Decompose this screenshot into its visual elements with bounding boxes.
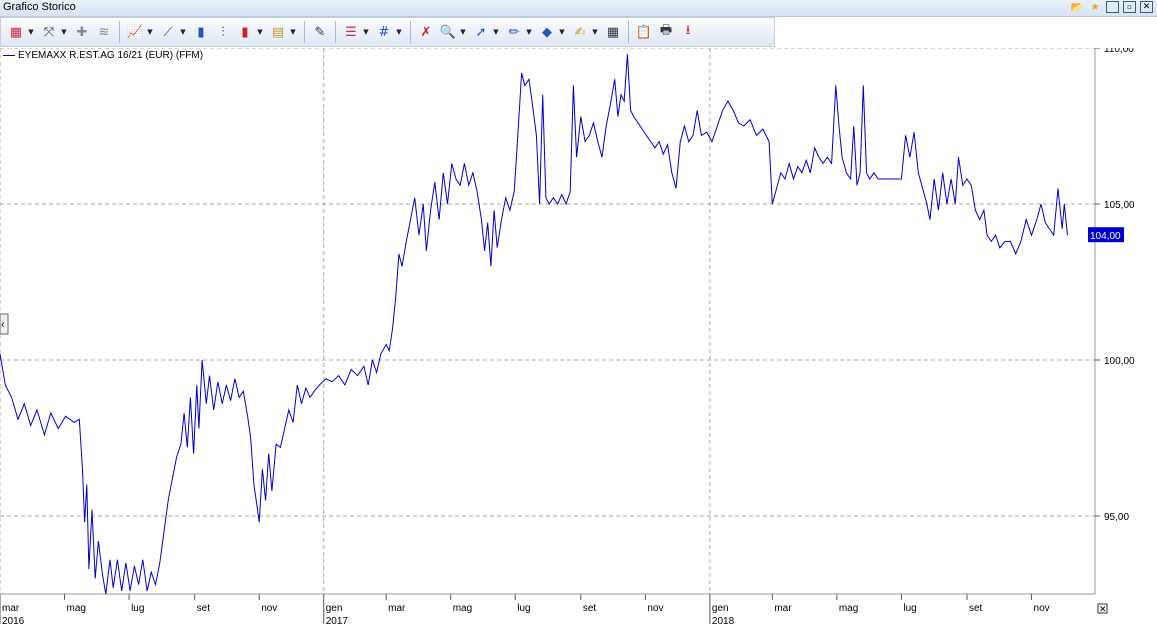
period-icon[interactable]: ☰	[341, 22, 361, 42]
chevron-left-icon: ‹	[1, 319, 5, 331]
compare-icon[interactable]: ⤧	[39, 22, 59, 42]
x-tick-label: mag	[453, 603, 472, 614]
toolbar-separator	[335, 21, 336, 43]
notes-icon[interactable]: ✍	[570, 22, 590, 42]
restore-icon[interactable]: ▫	[1123, 1, 1136, 13]
x-tick-label: set	[197, 603, 211, 614]
favorite-star-icon[interactable]: ★	[1088, 1, 1102, 14]
x-tick-label: nov	[1034, 603, 1050, 614]
title-bar: Grafico Storico 📂 ★ ▫ ✕	[0, 0, 1157, 17]
x-tick-label: nov	[647, 603, 663, 614]
x-year-label: 2018	[712, 616, 735, 627]
delete-drawings-icon[interactable]: ✗	[416, 22, 436, 42]
last-price-badge: 104,00	[1088, 227, 1124, 243]
x-tick-label: gen	[712, 603, 729, 614]
chevron-down-icon[interactable]: ▼	[493, 22, 499, 42]
x-tick-label: mar	[2, 603, 20, 614]
chevron-down-icon[interactable]: ▼	[28, 22, 34, 42]
chevron-down-icon[interactable]: ▼	[257, 22, 263, 42]
x-tick-label: nov	[261, 603, 277, 614]
pencil-icon[interactable]: ✏	[504, 22, 524, 42]
remove-indicator-icon[interactable]: ≋	[94, 22, 114, 42]
y-tick-label: 110,00	[1104, 48, 1134, 55]
y-tick-label: 95,00	[1104, 512, 1129, 523]
chart-toolbar: ▦ ▼ ⤧ ▼ ✚ ≋ 📈 ▼ ⟋ ▼ ▮ ⫶ ▮ ▼ ▤ ▼ ✎ ☰ ▼ # ▼ ✗ 🔍 ▼ ➚…	[0, 17, 775, 47]
toolbar-separator	[304, 21, 305, 43]
window-title: Grafico Storico	[3, 1, 76, 13]
candle-chart-icon[interactable]: ▮	[235, 22, 255, 42]
x-tick-label: mar	[774, 603, 792, 614]
y-tick-label: 105,00	[1104, 200, 1135, 211]
scroll-left-handle[interactable]: ‹	[0, 313, 9, 335]
x-tick-label: lug	[517, 603, 530, 614]
chevron-down-icon[interactable]: ▼	[147, 22, 153, 42]
calendar-icon[interactable]: ▦	[603, 22, 623, 42]
x-tick-label: lug	[131, 603, 144, 614]
add-indicator-icon[interactable]: ✚	[72, 22, 92, 42]
window-controls: 📂 ★ ▫ ✕	[1070, 1, 1153, 14]
close-chart-button[interactable]: ✕	[1097, 603, 1108, 614]
chevron-down-icon[interactable]: ▼	[61, 22, 67, 42]
toolbar-separator	[628, 21, 629, 43]
line-style-icon[interactable]: 📈	[125, 22, 145, 42]
print-icon[interactable]: 🖶	[656, 22, 676, 42]
chart-type-icon[interactable]: ▦	[6, 22, 26, 42]
chevron-down-icon[interactable]: ▼	[363, 22, 369, 42]
x-tick-label: set	[969, 603, 983, 614]
export-icon[interactable]: ⭳	[678, 22, 698, 42]
x-tick-label: lug	[903, 603, 916, 614]
chevron-down-icon[interactable]: ▼	[290, 22, 296, 42]
close-icon: ✕	[1099, 604, 1107, 614]
x-tick-label: mag	[67, 603, 86, 614]
draw-line-icon[interactable]: ✎	[310, 22, 330, 42]
chevron-down-icon[interactable]: ▼	[526, 22, 532, 42]
maximize-icon[interactable]	[1106, 1, 1119, 13]
chevron-down-icon[interactable]: ▼	[460, 22, 466, 42]
x-year-label: 2017	[326, 616, 349, 627]
toolbar-separator	[410, 21, 411, 43]
folder-icon[interactable]: 📂	[1070, 1, 1084, 14]
toolbar-separator	[119, 21, 120, 43]
chevron-down-icon[interactable]: ▼	[396, 22, 402, 42]
chevron-down-icon[interactable]: ▼	[592, 22, 598, 42]
x-year-label: 2016	[2, 616, 25, 627]
x-tick-label: set	[583, 603, 597, 614]
settings-chart-icon[interactable]: ▤	[268, 22, 288, 42]
y-tick-label: 100,00	[1104, 356, 1135, 367]
close-icon[interactable]: ✕	[1140, 1, 1153, 13]
fill-icon[interactable]: ◆	[537, 22, 557, 42]
x-tick-label: mag	[839, 603, 858, 614]
ohlc-icon[interactable]: ⫶	[213, 22, 233, 42]
bar-chart-icon[interactable]: ▮	[191, 22, 211, 42]
zoom-icon[interactable]: 🔍	[438, 22, 458, 42]
chevron-down-icon[interactable]: ▼	[180, 22, 186, 42]
trend-icon[interactable]: ⟋	[158, 22, 178, 42]
x-axis: mar 2016 mag lug set nov gen 2017 mar mag lug set no…	[0, 593, 1095, 627]
price-series-line	[0, 54, 1068, 595]
x-tick-label: gen	[326, 603, 343, 614]
cursor-icon[interactable]: ➚	[471, 22, 491, 42]
y-axis: 95,00 100,00 105,00 110,00	[1094, 48, 1135, 594]
clipboard-icon[interactable]: 📋	[634, 22, 654, 42]
grid-icon[interactable]: #	[374, 22, 394, 42]
price-chart[interactable]: 95,00 100,00 105,00 110,00 mar 2016 mag lug set…	[0, 48, 1157, 628]
chart-grid	[0, 48, 1095, 594]
chevron-down-icon[interactable]: ▼	[559, 22, 565, 42]
x-tick-label: mar	[388, 603, 406, 614]
last-price-label: 104,00	[1090, 231, 1121, 242]
